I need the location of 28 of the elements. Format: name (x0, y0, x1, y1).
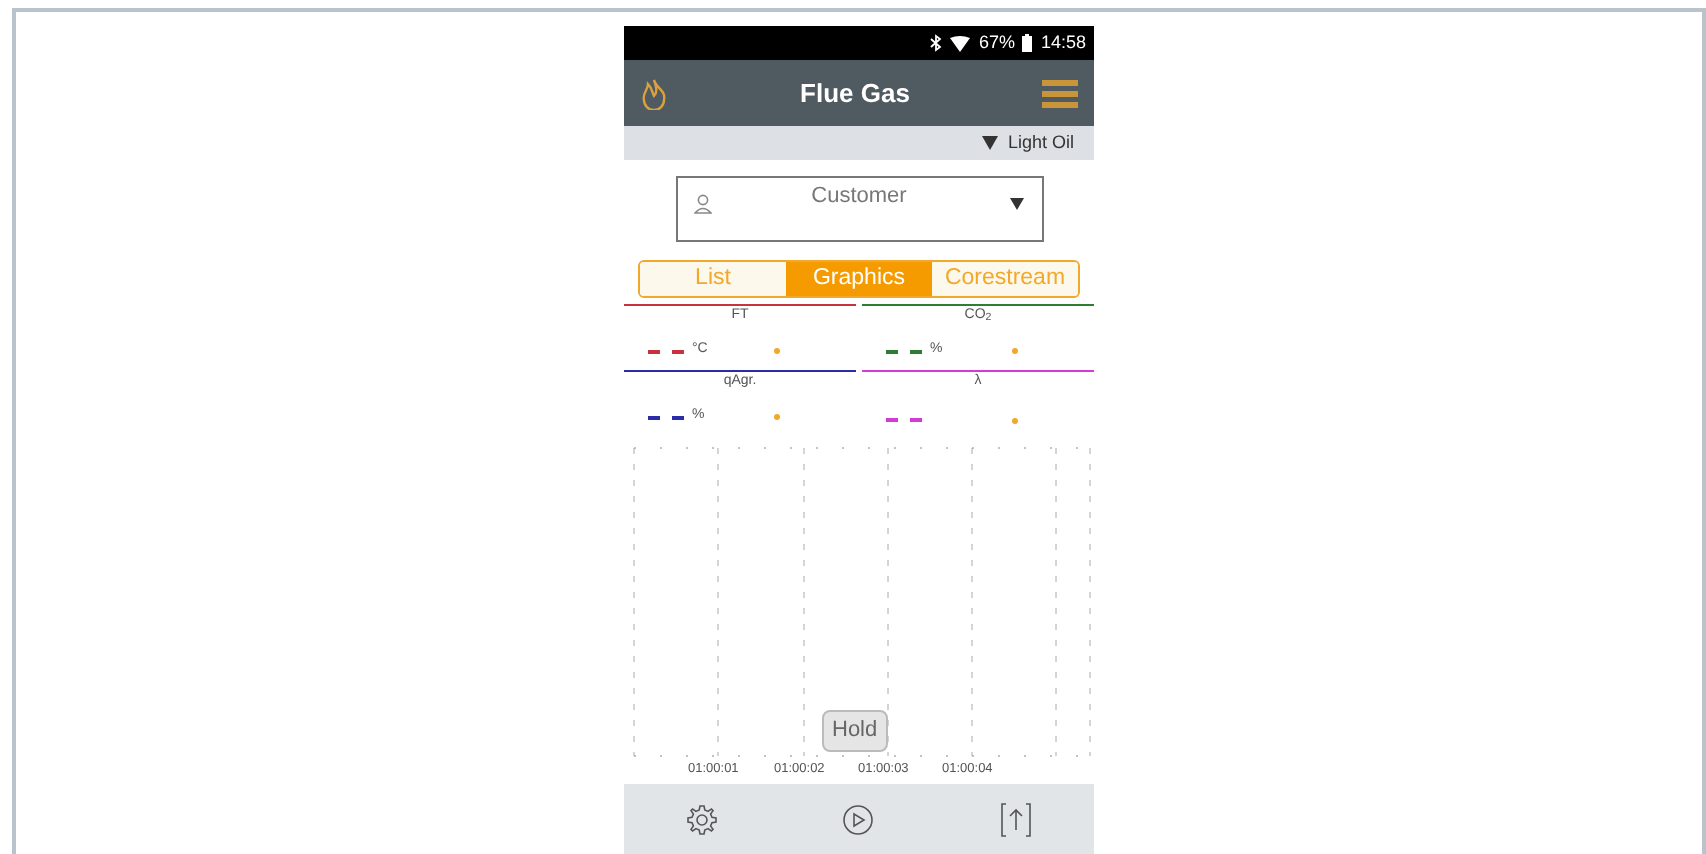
bluetooth-icon (930, 34, 943, 52)
legend-line (648, 415, 684, 419)
wifi-icon (950, 35, 971, 51)
legend-line (886, 418, 922, 423)
dot-icon (1012, 348, 1018, 354)
tab[interactable]: List (640, 262, 786, 296)
export-icon[interactable] (999, 801, 1032, 837)
tab[interactable]: Graphics (786, 262, 932, 296)
dot-icon (774, 414, 780, 420)
settings-icon[interactable] (686, 803, 719, 835)
menu-icon[interactable] (1041, 77, 1078, 109)
dot-icon (1012, 417, 1018, 424)
dropdown-triangle-icon[interactable] (981, 136, 998, 150)
tab[interactable]: Corestream (932, 262, 1078, 296)
clock-time: 14:58 (1040, 29, 1086, 56)
hold-button[interactable]: Hold (822, 710, 888, 751)
battery-icon (1022, 34, 1033, 52)
person-icon (693, 194, 711, 214)
dot-icon (774, 348, 780, 354)
legend-line (886, 349, 922, 353)
customer-input[interactable]: Customer (675, 175, 1043, 241)
screen-title: Flue Gas (800, 75, 910, 112)
dropdown-triangle-icon (1009, 198, 1023, 210)
play-icon[interactable] (842, 803, 875, 835)
battery-percentage: 67% (978, 29, 1015, 56)
legend-line (648, 349, 684, 353)
fuel-type-label[interactable]: Light Oil (1007, 129, 1074, 157)
flame-icon[interactable] (640, 77, 668, 109)
